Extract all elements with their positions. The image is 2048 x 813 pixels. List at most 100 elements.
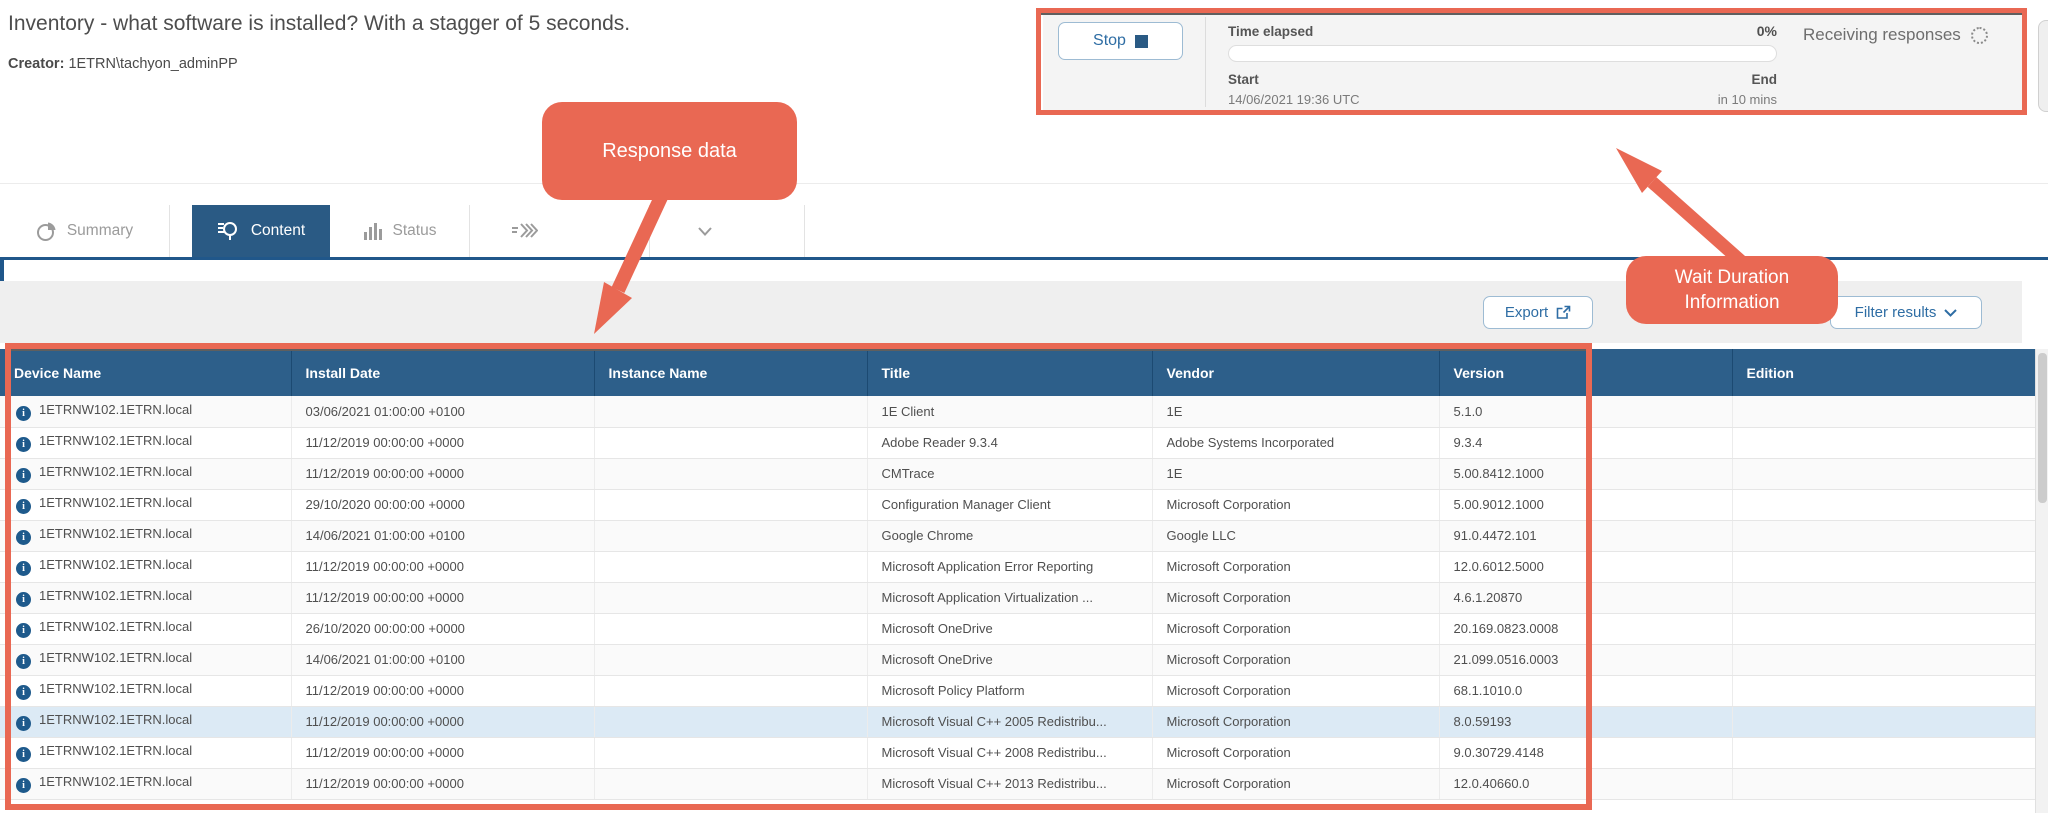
table-row[interactable]: i 1ETRNW102.1ETRN.local 14/06/2021 01:00:0… (0, 644, 2036, 676)
table-row[interactable]: i 1ETRNW102.1ETRN.local 29/10/2020 00:00:0… (0, 489, 2036, 521)
table-cell: 14/06/2021 01:00:00 +0100 (291, 644, 595, 676)
filter-results-label: Filter results (1854, 304, 1937, 321)
table-cell: 9.3.4 (1439, 427, 1733, 459)
table-cell (594, 520, 868, 552)
column-header[interactable]: Edition (1732, 349, 2036, 396)
table-cell: Microsoft Application Virtualization ... (867, 582, 1153, 614)
creator-label: Creator: (8, 56, 65, 72)
panel-divider (1205, 17, 1206, 107)
table-cell: 03/06/2021 01:00:00 +0100 (291, 396, 595, 428)
stop-button-label: Stop (1093, 32, 1126, 49)
table-cell: Microsoft Corporation (1152, 706, 1440, 738)
info-icon[interactable]: i (16, 654, 31, 669)
table-cell: Configuration Manager Client (867, 489, 1153, 521)
device-name-text: 1ETRNW102.1ETRN.local (39, 743, 193, 758)
stop-button[interactable]: Stop (1058, 22, 1183, 60)
column-header[interactable]: Install Date (291, 349, 595, 396)
info-icon[interactable]: i (16, 561, 31, 576)
table-cell (1732, 644, 2036, 676)
table-cell (1732, 396, 2036, 428)
external-link-icon (1556, 305, 1571, 319)
table-cell: Adobe Reader 9.3.4 (867, 427, 1153, 459)
header-divider (0, 183, 2048, 184)
table-row[interactable]: i 1ETRNW102.1ETRN.local 11/12/2019 00:00:0… (0, 768, 2036, 800)
info-icon[interactable]: i (16, 405, 31, 421)
table-cell: 11/12/2019 00:00:00 +0000 (291, 582, 595, 614)
info-icon[interactable]: i (16, 716, 31, 731)
table-row[interactable]: i 1ETRNW102.1ETRN.local 11/12/2019 00:00:0… (0, 427, 2036, 459)
search-list-icon (217, 222, 237, 240)
end-value: in 10 mins (1717, 92, 1777, 107)
edge-panel-fragment (2038, 20, 2048, 112)
tab-4[interactable] (470, 205, 650, 257)
info-icon[interactable]: i (16, 530, 31, 545)
table-scrollbar[interactable] (2035, 349, 2048, 813)
tab-summary[interactable]: Summary (0, 205, 170, 257)
table-cell: 21.099.0516.0003 (1439, 644, 1733, 676)
column-header[interactable]: Version (1439, 349, 1733, 396)
table-cell: 91.0.4472.101 (1439, 520, 1733, 552)
table-cell: i 1ETRNW102.1ETRN.local (0, 582, 292, 614)
device-name-text: 1ETRNW102.1ETRN.local (39, 588, 193, 603)
table-cell (1732, 458, 2036, 490)
time-elapsed-label: Time elapsed (1228, 24, 1314, 39)
table-cell (594, 675, 868, 707)
column-header[interactable]: Vendor (1152, 349, 1440, 396)
info-icon[interactable]: i (16, 623, 31, 638)
wait-duration-panel: Stop Time elapsed 0% Start End 14/06/202… (1043, 14, 2023, 110)
table-cell: Google Chrome (867, 520, 1153, 552)
table-cell: i 1ETRNW102.1ETRN.local (0, 458, 292, 490)
creator-value: 1ETRN\tachyon_adminPP (68, 56, 238, 72)
table-cell: Microsoft Corporation (1152, 582, 1440, 614)
tab-label: Content (250, 222, 306, 239)
table-cell: 12.0.6012.5000 (1439, 551, 1733, 583)
table-row[interactable]: i 1ETRNW102.1ETRN.local 11/12/2019 00:00:0… (0, 737, 2036, 769)
arrow-up-icon (1616, 148, 1662, 193)
table-row[interactable]: i 1ETRNW102.1ETRN.local 11/12/2019 00:00:0… (0, 706, 2036, 738)
table-row[interactable]: i 1ETRNW102.1ETRN.local 26/10/2020 00:00:0… (0, 613, 2036, 645)
tab-status[interactable]: Status (330, 205, 470, 257)
table-cell: i 1ETRNW102.1ETRN.local (0, 489, 292, 521)
app-window: Inventory - what software is installed? … (0, 0, 2048, 813)
table-cell: i 1ETRNW102.1ETRN.local (0, 396, 292, 428)
export-button[interactable]: Export (1483, 296, 1593, 329)
table-row[interactable]: i 1ETRNW102.1ETRN.local 03/06/2021 01:00:0… (0, 396, 2036, 428)
table-row[interactable]: i 1ETRNW102.1ETRN.local 11/12/2019 00:00:0… (0, 675, 2036, 707)
creator-line: Creator: 1ETRN\tachyon_adminPP (8, 56, 238, 72)
results-toolbar: Export Filter results (0, 281, 2022, 343)
info-icon[interactable]: i (16, 437, 31, 452)
info-icon[interactable]: i (16, 747, 31, 762)
table-cell: CMTrace (867, 458, 1153, 490)
info-icon[interactable]: i (16, 685, 31, 700)
column-header[interactable]: Device Name (0, 349, 292, 396)
tab-content[interactable]: Content (192, 205, 330, 257)
start-end-values-row: 14/06/2021 19:36 UTC in 10 mins (1228, 92, 1777, 107)
info-icon[interactable]: i (16, 468, 31, 483)
table-cell (1732, 768, 2036, 800)
info-icon[interactable]: i (16, 778, 31, 793)
table-row[interactable]: i 1ETRNW102.1ETRN.local 11/12/2019 00:00:0… (0, 551, 2036, 583)
push-icon (512, 223, 538, 238)
table-cell: Microsoft Visual C++ 2005 Redistribu... (867, 706, 1153, 738)
info-icon[interactable]: i (16, 499, 31, 514)
device-name-text: 1ETRNW102.1ETRN.local (39, 557, 193, 572)
table-cell (594, 737, 868, 769)
table-cell (594, 489, 868, 521)
table-cell (1732, 613, 2036, 645)
table-cell: 8.0.59193 (1439, 706, 1733, 738)
table-cell: i 1ETRNW102.1ETRN.local (0, 613, 292, 645)
tab-5[interactable] (650, 205, 805, 257)
info-icon[interactable]: i (16, 592, 31, 607)
table-row[interactable]: i 1ETRNW102.1ETRN.local 11/12/2019 00:00:0… (0, 582, 2036, 614)
table-cell: Google LLC (1152, 520, 1440, 552)
column-header[interactable]: Title (867, 349, 1153, 396)
table-cell: Microsoft Application Error Reporting (867, 551, 1153, 583)
column-header[interactable]: Instance Name (594, 349, 868, 396)
filter-results-button[interactable]: Filter results (1830, 296, 1982, 329)
table-body: i 1ETRNW102.1ETRN.local 03/06/2021 01:00:0… (0, 396, 2036, 800)
scrollbar-thumb[interactable] (2038, 353, 2047, 503)
table-cell (1732, 427, 2036, 459)
table-row[interactable]: i 1ETRNW102.1ETRN.local 14/06/2021 01:00:0… (0, 520, 2036, 552)
table-row[interactable]: i 1ETRNW102.1ETRN.local 11/12/2019 00:00:0… (0, 458, 2036, 490)
table-cell (1732, 520, 2036, 552)
